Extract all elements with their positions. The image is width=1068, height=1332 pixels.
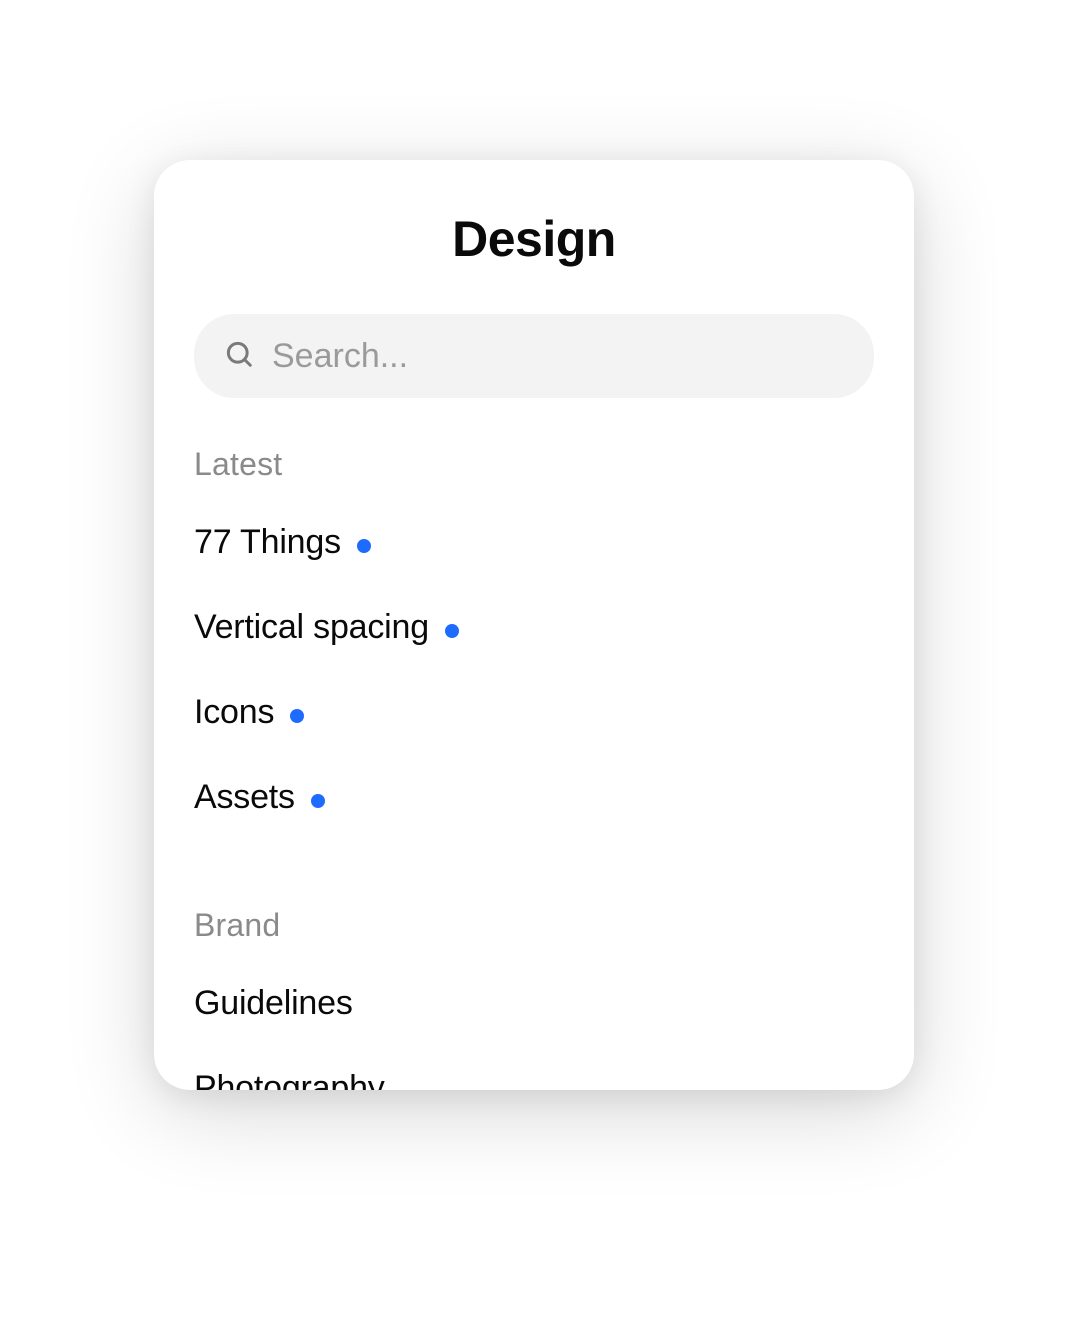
section-latest: Latest 77 Things Vertical spacing Icons … [194,446,874,863]
unread-dot-icon [290,709,304,723]
list-item-77-things[interactable]: 77 Things [194,523,874,562]
design-panel: Design Latest 77 Things Vertical spacing… [154,160,914,1090]
list-latest: 77 Things Vertical spacing Icons Assets [194,523,874,863]
list-item-label: Guidelines [194,984,353,1023]
search-bar[interactable] [194,314,874,398]
unread-dot-icon [357,539,371,553]
list-item-label: Vertical spacing [194,608,429,647]
search-input[interactable] [272,337,844,376]
section-brand: Brand Guidelines Photography [194,907,874,1090]
panel-title: Design [194,210,874,268]
list-item-label: Photography [194,1069,385,1090]
list-brand: Guidelines Photography [194,984,874,1090]
list-item-vertical-spacing[interactable]: Vertical spacing [194,608,874,647]
section-heading-latest: Latest [194,446,874,483]
list-item-assets[interactable]: Assets [194,778,874,817]
list-item-guidelines[interactable]: Guidelines [194,984,874,1023]
list-item-label: 77 Things [194,523,341,562]
list-item-icons[interactable]: Icons [194,693,874,732]
unread-dot-icon [445,624,459,638]
section-heading-brand: Brand [194,907,874,944]
search-icon [224,339,254,374]
list-item-photography[interactable]: Photography [194,1069,874,1090]
section-spacer [194,863,874,907]
list-item-label: Icons [194,693,274,732]
unread-dot-icon [311,794,325,808]
list-item-label: Assets [194,778,295,817]
